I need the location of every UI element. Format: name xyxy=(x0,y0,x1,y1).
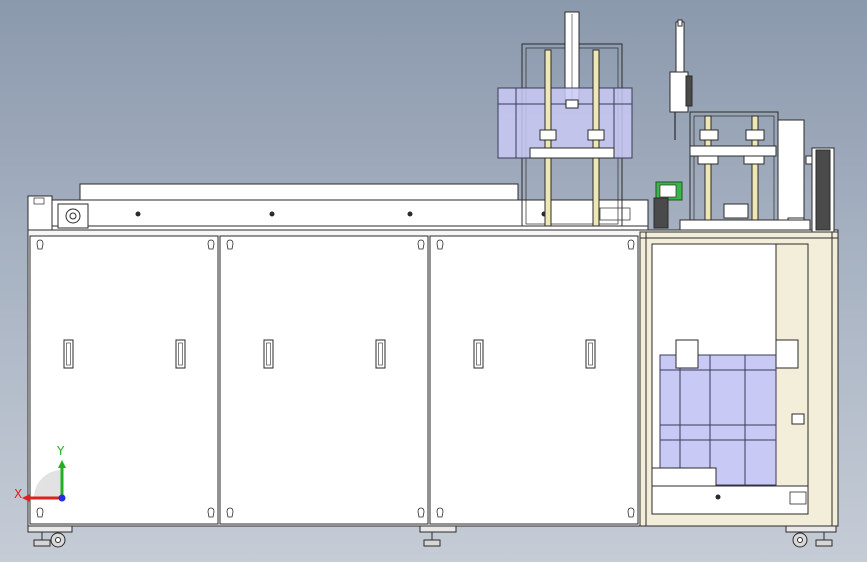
cabinet-door-3[interactable] xyxy=(429,235,639,525)
casters xyxy=(27,525,837,548)
press-plate xyxy=(529,147,615,159)
triad-z-axis xyxy=(58,494,66,502)
bin-shelf xyxy=(651,485,809,515)
triad-y-label: Y xyxy=(56,444,65,458)
cad-model-view[interactable]: X Y xyxy=(0,0,867,562)
bin-tray xyxy=(651,467,717,487)
conveyor-belt[interactable] xyxy=(79,183,519,201)
triad-x-label: X xyxy=(14,487,22,501)
cabinet-door-2[interactable] xyxy=(219,235,429,525)
dispense-station[interactable] xyxy=(653,19,835,233)
